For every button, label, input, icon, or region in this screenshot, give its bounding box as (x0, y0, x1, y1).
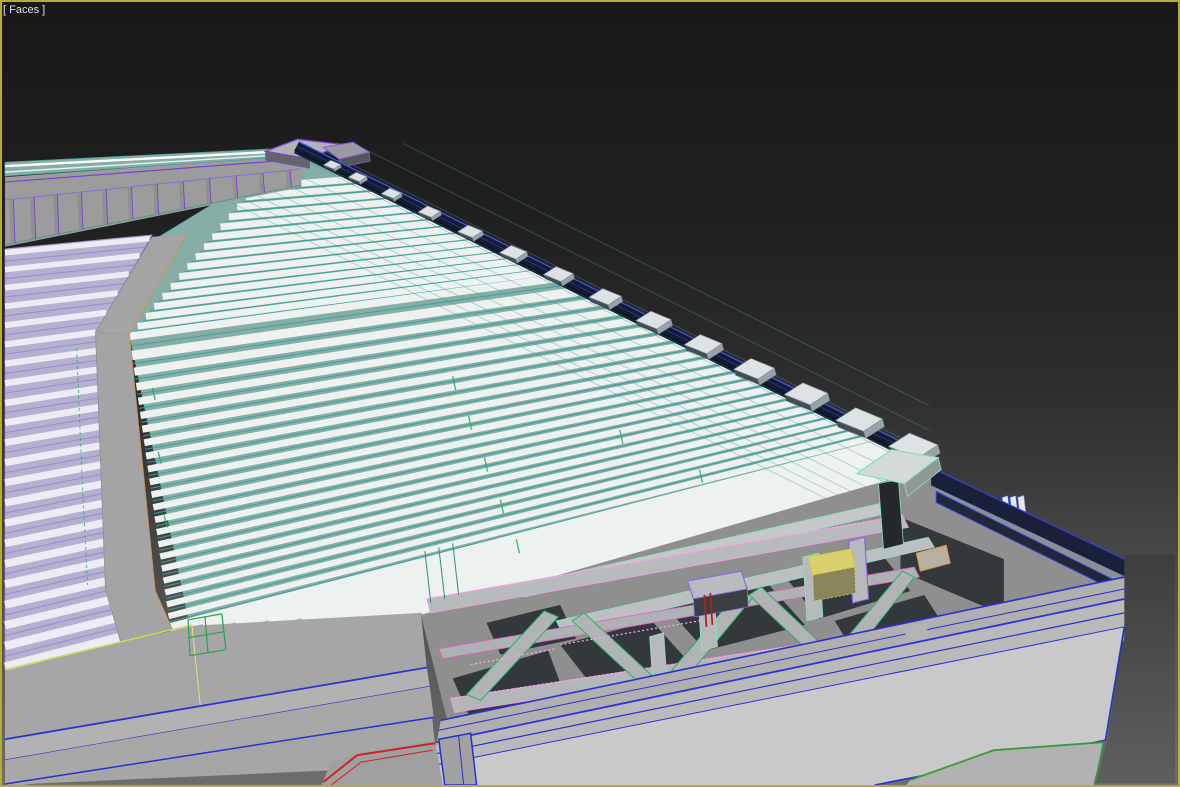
viewport-canvas[interactable] (2, 2, 1178, 785)
viewport: [ Faces ] (0, 0, 1180, 787)
viewport-label[interactable]: [ Faces ] (3, 4, 45, 16)
blue-corner-box (437, 732, 478, 785)
